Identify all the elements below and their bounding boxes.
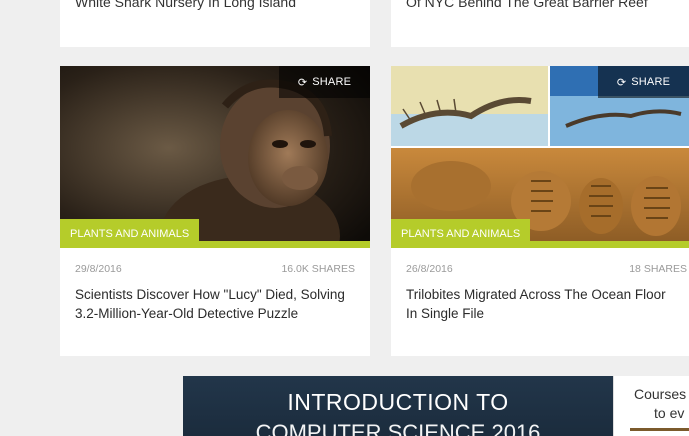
ad-banner[interactable]: INTRODUCTION TO COMPUTER SCIENCE 2016 (183, 376, 613, 436)
article-image-hominin[interactable]: ⟳ SHARE PLANTS AND ANIMALS (60, 66, 370, 248)
article-card-trilobites[interactable]: ⟳ SHARE PLANTS AND ANIMALS 26/8/2016 18 … (391, 66, 689, 356)
ad-side-bar (630, 428, 689, 431)
article-title[interactable]: Trilobites Migrated Across The Ocean Flo… (406, 285, 677, 323)
ad-side-panel[interactable]: Courses to ev (613, 376, 689, 436)
share-icon: ⟳ (297, 76, 308, 89)
article-title[interactable]: Scientists Discover How "Lucy" Died, Sol… (75, 285, 358, 323)
ad-side-text-2: to ev (654, 405, 685, 421)
article-card-top-1[interactable]: White Shark Nursery In Long Island (60, 0, 370, 47)
article-date: 29/8/2016 (75, 263, 122, 275)
share-icon: ⟳ (616, 76, 627, 89)
share-count: 16.0K SHARES (281, 263, 355, 275)
article-card-lucy[interactable]: ⟳ SHARE PLANTS AND ANIMALS 29/8/2016 16.… (60, 66, 370, 356)
article-date: 26/8/2016 (406, 263, 453, 275)
ad-side-text: Courses (634, 386, 687, 402)
category-badge[interactable]: PLANTS AND ANIMALS (60, 219, 200, 248)
share-label: SHARE (631, 76, 671, 88)
category-badge[interactable]: PLANTS AND ANIMALS (391, 219, 531, 248)
article-card-top-2[interactable]: Of NYC Behind The Great Barrier Reef (391, 0, 689, 47)
share-button[interactable]: ⟳ SHARE (598, 66, 689, 98)
ad-headline: INTRODUCTION TO (287, 389, 509, 415)
share-button[interactable]: ⟳ SHARE (279, 66, 370, 98)
article-title[interactable]: Of NYC Behind The Great Barrier Reef (406, 0, 648, 10)
article-image-trilobites[interactable]: ⟳ SHARE PLANTS AND ANIMALS (391, 66, 689, 248)
ad-subheadline: COMPUTER SCIENCE 2016 (255, 420, 541, 436)
share-label: SHARE (312, 76, 352, 88)
share-count: 18 SHARES (629, 263, 687, 275)
article-title[interactable]: White Shark Nursery In Long Island (75, 0, 296, 10)
